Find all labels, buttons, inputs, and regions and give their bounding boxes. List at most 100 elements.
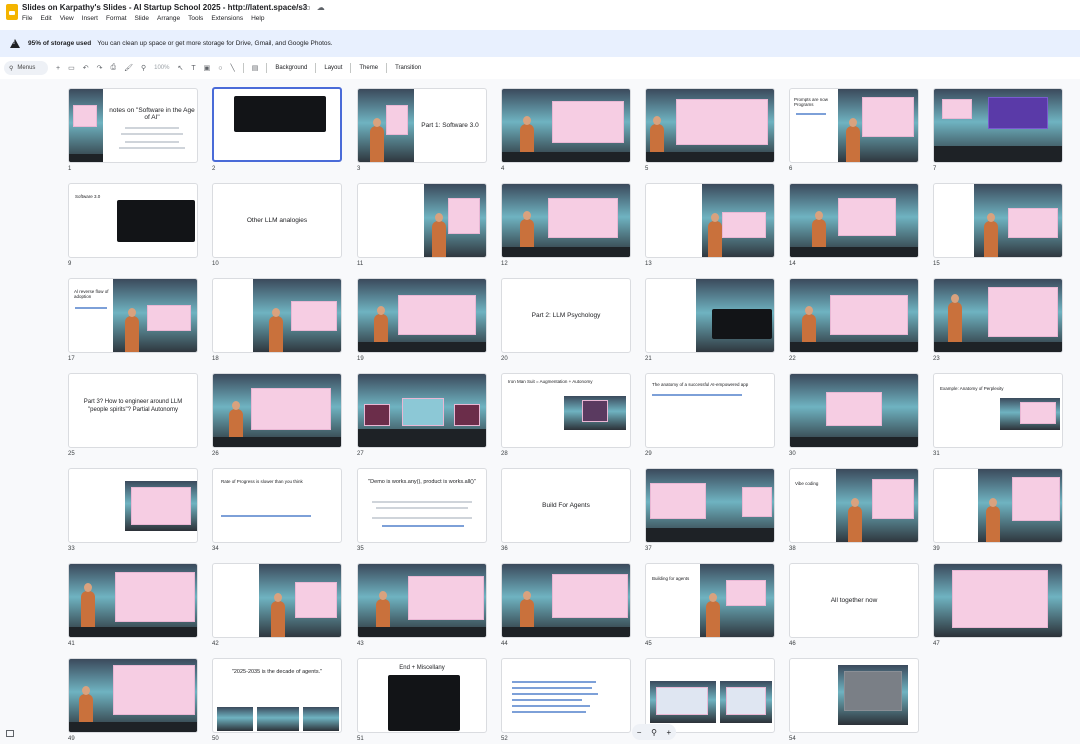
menu-file[interactable]: File [22,15,32,22]
slide-thumbnail-14[interactable] [789,183,919,258]
slide-thumbnail-33[interactable] [68,468,198,543]
menu-view[interactable]: View [60,15,74,22]
side-panel-toggle-icon[interactable] [6,730,14,737]
slide-thumbnail-11[interactable] [357,183,487,258]
slide-thumbnail-22[interactable] [789,278,919,353]
menu-extensions[interactable]: Extensions [211,15,243,22]
slide-thumbnail-26[interactable] [212,373,342,448]
slide-text-line [125,127,179,129]
slide-thumbnail-13[interactable] [645,183,775,258]
paint-format-icon[interactable]: 🖌 [124,64,133,72]
new-slide-icon[interactable]: + [56,65,60,72]
slide-number: 5 [645,166,649,172]
document-title[interactable]: Slides on Karpathy's Slides - AI Startup… [22,3,307,12]
slide-thumbnail-6[interactable]: Prompts are now Programs [789,88,919,163]
zoom-icon[interactable]: ⚲ [141,64,146,72]
shape-icon[interactable]: ○ [218,65,222,72]
slide-thumbnail-4[interactable] [501,88,631,163]
slide-thumbnail-50[interactable]: "2025-2035 is the decade of agents." [212,658,342,733]
slide-thumbnail-18[interactable] [212,278,342,353]
zoom-in-button[interactable]: + [667,728,672,737]
line-icon[interactable]: ╲ [230,64,234,72]
speaker-figure [846,118,860,162]
print-icon[interactable]: ⎙ [110,64,116,72]
menus-search[interactable]: ⚲ Menus [4,61,48,75]
slide-photo [720,681,772,723]
slide-thumbnail-46[interactable]: All together now [789,563,919,638]
slide-thumbnail-7[interactable] [933,88,1063,163]
menu-arrange[interactable]: Arrange [157,15,180,22]
slide-photo [696,279,774,352]
slide-thumbnail-42[interactable] [212,563,342,638]
transition-button[interactable]: Transition [395,65,421,71]
toolbar-divider [350,63,352,73]
slide-thumbnail-29[interactable]: The anatomy of a successful AI-empowered… [645,373,775,448]
slide-thumbnail-53[interactable] [645,658,775,733]
menu-slide[interactable]: Slide [135,15,149,22]
theme-button[interactable]: Theme [359,65,378,71]
slide-thumbnail-30[interactable] [789,373,919,448]
redo-icon[interactable]: ↷ [97,64,103,72]
slide-thumbnail-54[interactable] [789,658,919,733]
menu-help[interactable]: Help [251,15,264,22]
slide-link-line [512,687,592,689]
slide-thumbnail-9[interactable]: Software 3.0 [68,183,198,258]
slide-photo [69,89,103,162]
slide-thumbnail-10[interactable]: Other LLM analogies [212,183,342,258]
layout-icon[interactable]: ▭ [68,64,75,72]
slide-thumbnail-31[interactable]: Example: Anatomy of Perplexity [933,373,1063,448]
zoom-level[interactable]: 100% [154,65,169,71]
slide-thumbnail-39[interactable] [933,468,1063,543]
menu-edit[interactable]: Edit [40,15,51,22]
slide-thumbnail-38[interactable]: Vibe coding [789,468,919,543]
zoom-search-icon[interactable]: ⚲ [651,728,657,737]
star-icon[interactable]: ☆ [290,3,297,12]
slide-thumbnail-47[interactable] [933,563,1063,638]
slide-thumbnail-20[interactable]: Part 2: LLM Psychology [501,278,631,353]
layout-button[interactable]: Layout [324,65,342,71]
slide-thumbnail-34[interactable]: Rate of Progress is slower than you thin… [212,468,342,543]
menu-format[interactable]: Format [106,15,127,22]
cloud-icon[interactable]: ☁ [317,3,325,12]
slides-app-icon[interactable] [6,4,18,20]
select-icon[interactable]: ↖ [177,64,183,72]
zoom-out-button[interactable]: − [637,728,642,737]
slide-number: 3 [357,166,361,172]
menu-tools[interactable]: Tools [188,15,203,22]
slide-link-line [796,113,826,115]
slide-thumbnail-23[interactable] [933,278,1063,353]
slide-number: 45 [645,641,652,647]
slide-thumbnail-37[interactable] [645,468,775,543]
slide-thumbnail-35[interactable]: "Demo is works.any(), product is works.a… [357,468,487,543]
slide-thumbnail-2[interactable] [212,87,342,162]
slide-thumbnail-17[interactable]: Al reverse flow of adoption [68,278,198,353]
slide-thumbnail-19[interactable] [357,278,487,353]
background-button[interactable]: Background [275,65,307,71]
slide-thumbnail-41[interactable] [68,563,198,638]
slide-thumbnail-45[interactable]: Building for agents [645,563,775,638]
undo-icon[interactable]: ↶ [83,64,89,72]
slide-thumbnail-3[interactable]: Part 1: Software 3.0 [357,88,487,163]
slide-thumbnail-27[interactable] [357,373,487,448]
slide-thumbnail-28[interactable]: Iron Man Suit = Augmentation + Autonomy [501,373,631,448]
slide-thumbnail-1[interactable]: notes on "Software in the Age of AI" [68,88,198,163]
slide-number: 10 [212,261,219,267]
slide-thumbnail-5[interactable] [645,88,775,163]
text-box-icon[interactable]: T [191,65,195,72]
slide-thumbnail-43[interactable] [357,563,487,638]
slide-thumbnail-44[interactable] [501,563,631,638]
slide-thumbnail-15[interactable] [933,183,1063,258]
slide-thumbnail-36[interactable]: Build For Agents [501,468,631,543]
image-icon[interactable]: ▣ [204,64,211,72]
slide-thumbnail-52[interactable] [501,658,631,733]
slide-thumbnail-49[interactable] [68,658,198,733]
slide-thumbnail-21[interactable] [645,278,775,353]
comment-icon[interactable]: ▤ [252,64,259,72]
menu-insert[interactable]: Insert [82,15,98,22]
slide-thumbnail-12[interactable] [501,183,631,258]
folder-icon[interactable]: ▭ [303,3,311,12]
slide-photo [424,184,486,257]
slide-thumbnail-25[interactable]: Part 3? How to engineer around LLM "peop… [68,373,198,448]
tweet-screenshot [388,675,460,731]
slide-thumbnail-51[interactable]: End + Miscellany [357,658,487,733]
